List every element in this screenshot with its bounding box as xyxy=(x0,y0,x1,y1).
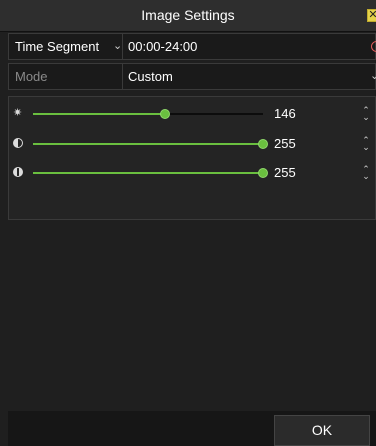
ok-button[interactable]: OK xyxy=(274,415,370,446)
contrast-slider-fill xyxy=(33,143,263,145)
spin-updown-icon[interactable]: ⌃ ⌄ xyxy=(362,165,370,181)
clock-icon[interactable] xyxy=(371,41,376,52)
spin-updown-icon[interactable]: ⌃ ⌄ xyxy=(362,106,370,122)
saturation-slider-fill xyxy=(33,172,263,174)
image-adjust-panel: ✷ 146 ⌃ ⌄ 255 ⌃ ⌄ 255 ⌃ ⌄ xyxy=(8,96,376,220)
brightness-slider-handle[interactable] xyxy=(160,109,170,119)
contrast-icon xyxy=(13,138,23,148)
contrast-value: 255 xyxy=(274,136,296,151)
saturation-value: 255 xyxy=(274,165,296,180)
mode-label: Mode xyxy=(9,64,123,89)
mode-select[interactable]: Custom xyxy=(124,64,173,89)
brightness-icon: ✷ xyxy=(13,107,23,119)
dialog-title: Image Settings xyxy=(141,7,235,23)
saturation-slider-handle[interactable] xyxy=(258,168,268,178)
time-segment-label: Time Segment xyxy=(15,39,100,54)
mode-row: Mode Custom ⌄ xyxy=(8,63,376,90)
saturation-slider-row: 255 ⌃ ⌄ xyxy=(9,162,375,184)
brightness-value: 146 xyxy=(274,106,296,121)
image-settings-dialog: Image Settings ✕ Time Segment ⌄ 00:00-24… xyxy=(0,0,376,446)
title-bar: Image Settings ✕ xyxy=(0,0,376,32)
saturation-icon xyxy=(13,167,23,177)
spin-updown-icon[interactable]: ⌃ ⌄ xyxy=(362,136,370,152)
saturation-slider-track[interactable] xyxy=(33,168,268,178)
contrast-slider-track[interactable] xyxy=(33,139,268,149)
brightness-slider-fill xyxy=(33,113,165,115)
close-button[interactable]: ✕ xyxy=(367,9,376,22)
time-segment-dropdown[interactable]: Time Segment ⌄ xyxy=(9,34,123,59)
time-segment-value: 00:00-24:00 xyxy=(128,39,198,54)
chevron-down-icon: ⌄ xyxy=(113,40,123,52)
chevron-down-icon[interactable]: ⌄ xyxy=(370,64,376,89)
time-segment-row: Time Segment ⌄ 00:00-24:00 xyxy=(8,33,376,60)
brightness-slider-track[interactable] xyxy=(33,109,263,119)
contrast-slider-row: 255 ⌃ ⌄ xyxy=(9,133,375,155)
brightness-slider-row: ✷ 146 ⌃ ⌄ xyxy=(9,103,375,125)
contrast-slider-handle[interactable] xyxy=(258,139,268,149)
